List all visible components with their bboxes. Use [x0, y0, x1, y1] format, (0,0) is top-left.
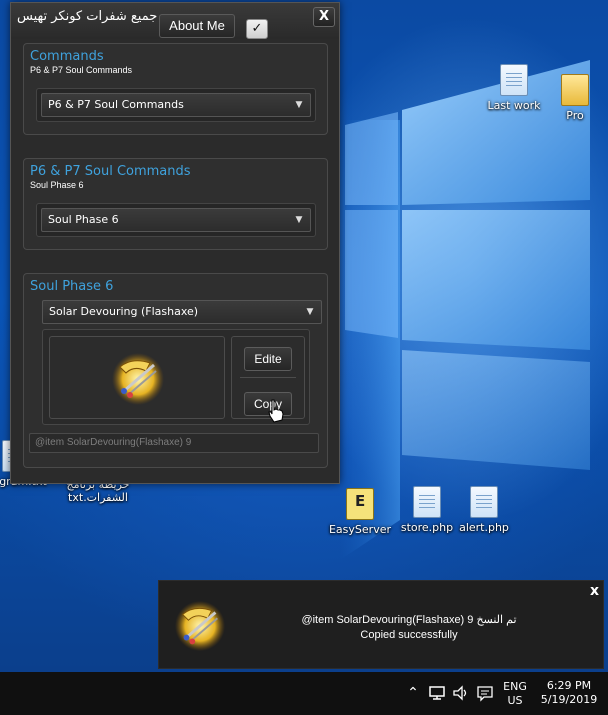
- checkmark-icon[interactable]: ✓: [246, 19, 268, 39]
- about-me-button[interactable]: About Me: [159, 14, 235, 38]
- desktop-icon-easyserver[interactable]: EasyServer: [322, 488, 398, 536]
- group-subtitle: Soul Phase 6: [30, 180, 84, 190]
- language-region: US: [507, 694, 523, 707]
- group-title: P6 & P7 Soul Commands: [30, 164, 191, 179]
- folder-icon: [561, 74, 589, 106]
- exe-icon: [346, 488, 374, 520]
- taskbar: ⌃ ENG US 6:29 PM 5/19/2019: [0, 672, 608, 715]
- soul-phase-select[interactable]: Soul Phase 6 ▼: [41, 208, 311, 232]
- system-clock[interactable]: 6:29 PM 5/19/2019: [538, 679, 600, 707]
- select-value: P6 & P7 Soul Commands: [48, 98, 184, 111]
- window-title: جميع شفرات كونكر تهيس: [17, 9, 158, 24]
- clock-date: 5/19/2019: [540, 693, 598, 706]
- language-code: ENG: [503, 680, 527, 693]
- edit-button[interactable]: Edite: [244, 347, 292, 371]
- item-preview: [49, 336, 225, 419]
- notification-message: @item SolarDevouring(Flashaxe) 9 تم النس…: [301, 614, 517, 626]
- item-select[interactable]: Solar Devouring (Flashaxe) ▼: [42, 300, 322, 324]
- desktop-icon-alert-php[interactable]: alert.php: [446, 486, 522, 534]
- close-icon[interactable]: x: [590, 583, 599, 599]
- desktop-icon-label: Pro: [566, 109, 584, 122]
- network-icon[interactable]: [428, 684, 446, 702]
- command-output-field[interactable]: @item SolarDevouring(Flashaxe) 9: [29, 433, 319, 453]
- close-button[interactable]: X: [313, 7, 335, 27]
- text-file-icon: [500, 64, 528, 96]
- flashaxe-icon: [174, 600, 226, 652]
- group-title: Soul Phase 6: [30, 279, 114, 294]
- clock-time: 6:29 PM: [546, 679, 592, 692]
- language-indicator[interactable]: ENG US: [502, 680, 528, 708]
- select-value: Soul Phase 6: [48, 213, 119, 226]
- soul-commands-group: P6 & P7 Soul Commands Soul Phase 6 Soul …: [23, 158, 328, 250]
- desktop-icon-label: Last work: [487, 99, 541, 112]
- commands-select-frame: P6 & P7 Soul Commands ▼: [36, 88, 316, 122]
- flashaxe-icon: [112, 353, 164, 405]
- commands-group: Commands P6 & P7 Soul Commands P6 & P7 S…: [23, 43, 328, 135]
- chevron-down-icon: ▼: [295, 215, 303, 225]
- volume-icon[interactable]: [452, 684, 470, 702]
- hand-cursor-icon: [268, 399, 284, 423]
- notification-status: Copied successfully: [360, 629, 458, 641]
- desktop-icon-label: EasyServer: [328, 523, 391, 536]
- desktop-icon-label: alert.php: [459, 521, 509, 534]
- copy-notification[interactable]: x @item SolarDevouring(Flashaxe) 9 تم ال…: [158, 580, 604, 669]
- select-value: Solar Devouring (Flashaxe): [49, 305, 199, 318]
- chevron-down-icon: ▼: [306, 307, 314, 317]
- group-title: Commands: [30, 49, 104, 64]
- chevron-down-icon: ▼: [295, 100, 303, 110]
- app-window: جميع شفرات كونكر تهيس About Me ✓ X Comma…: [10, 2, 340, 484]
- divider: [240, 377, 296, 378]
- window-titlebar[interactable]: جميع شفرات كونكر تهيس About Me ✓ X: [11, 3, 339, 39]
- action-center-icon[interactable]: [476, 684, 494, 702]
- desktop-icon-pro[interactable]: Pro: [540, 70, 608, 122]
- group-subtitle: P6 & P7 Soul Commands: [30, 65, 133, 75]
- chevron-up-icon[interactable]: ⌃: [404, 684, 422, 702]
- php-file-icon: [470, 486, 498, 518]
- php-file-icon: [413, 486, 441, 518]
- soul-phase-select-frame: Soul Phase 6 ▼: [36, 203, 316, 237]
- commands-select[interactable]: P6 & P7 Soul Commands ▼: [41, 93, 311, 117]
